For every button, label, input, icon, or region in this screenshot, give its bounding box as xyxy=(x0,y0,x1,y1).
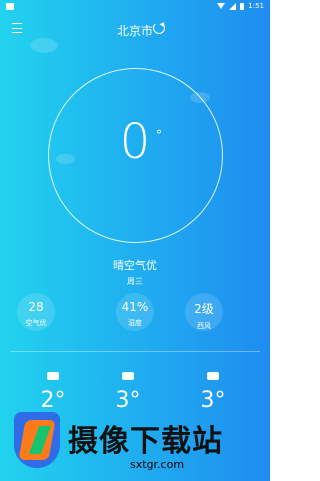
status-bar: 1:51 xyxy=(0,0,270,14)
cloud-icon xyxy=(122,372,134,380)
battery-icon xyxy=(240,2,245,10)
signal-icon xyxy=(229,2,237,10)
stat-value: 28 xyxy=(28,300,44,314)
cloud-decoration xyxy=(30,38,58,53)
stat-label: 湿度 xyxy=(128,319,142,327)
humidity-stat: 41% 湿度 xyxy=(116,293,154,331)
forecast-day: 3° xyxy=(193,372,233,413)
cloud-icon xyxy=(47,372,59,380)
current-temperature: 0 xyxy=(119,114,151,170)
status-time: 1:51 xyxy=(248,2,264,10)
forecast-day: 3° xyxy=(108,372,148,413)
wifi-icon xyxy=(217,3,226,9)
forecast-day: 2° xyxy=(33,372,73,413)
weather-condition: 晴空气优 xyxy=(113,259,157,272)
stat-value: 2级 xyxy=(194,302,214,316)
degree-symbol: ° xyxy=(156,128,162,142)
weekday: 周三 xyxy=(127,277,143,286)
stat-label: 空气优 xyxy=(25,319,47,327)
watermark: 摄像下载站 sxtgr.com xyxy=(14,410,260,474)
air-quality-stat: 28 空气优 xyxy=(17,293,55,331)
city-title[interactable]: 北京市 xyxy=(0,22,270,39)
section-divider xyxy=(10,351,260,352)
watermark-title: 摄像下载站 xyxy=(68,424,223,459)
notification-icon xyxy=(6,3,14,10)
stat-label: 西风 xyxy=(197,322,211,330)
stat-value: 41% xyxy=(121,300,149,314)
status-icons: 1:51 xyxy=(217,2,264,10)
shield-logo-icon xyxy=(14,412,60,468)
wind-stat: 2级 西风 xyxy=(185,293,223,331)
watermark-url: sxtgr.com xyxy=(130,458,185,471)
refresh-icon[interactable] xyxy=(153,22,165,34)
weather-screen: 1:51 北京市 0 ° 晴空气优 周三 28 空气优 41% 湿度 2级 西风… xyxy=(0,0,270,481)
cloud-icon xyxy=(207,372,219,380)
